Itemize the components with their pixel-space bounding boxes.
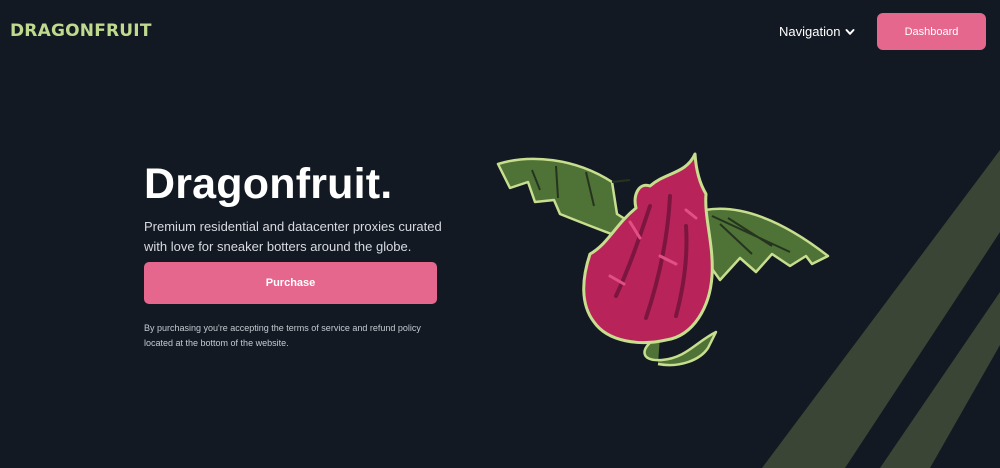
hero-subtitle: Premium residential and datacenter proxi… [144, 219, 442, 254]
brand-logo[interactable]: DRAGONFRUIT [10, 21, 152, 41]
dragonfruit-mascot-icon [496, 152, 830, 367]
hero-title: Dragonfruit. [144, 160, 393, 208]
left-wing [496, 157, 635, 242]
site-header: DRAGONFRUIT Navigation Dashboard [0, 0, 1000, 64]
navigation-label: Navigation [779, 24, 841, 39]
purchase-disclaimer: By purchasing you're accepting the terms… [144, 323, 421, 348]
right-wing [703, 207, 830, 282]
chevron-down-icon [845, 28, 855, 35]
dashboard-button[interactable]: Dashboard [877, 13, 986, 50]
navigation-dropdown[interactable]: Navigation [779, 24, 855, 39]
purchase-button[interactable]: Purchase [144, 262, 437, 304]
